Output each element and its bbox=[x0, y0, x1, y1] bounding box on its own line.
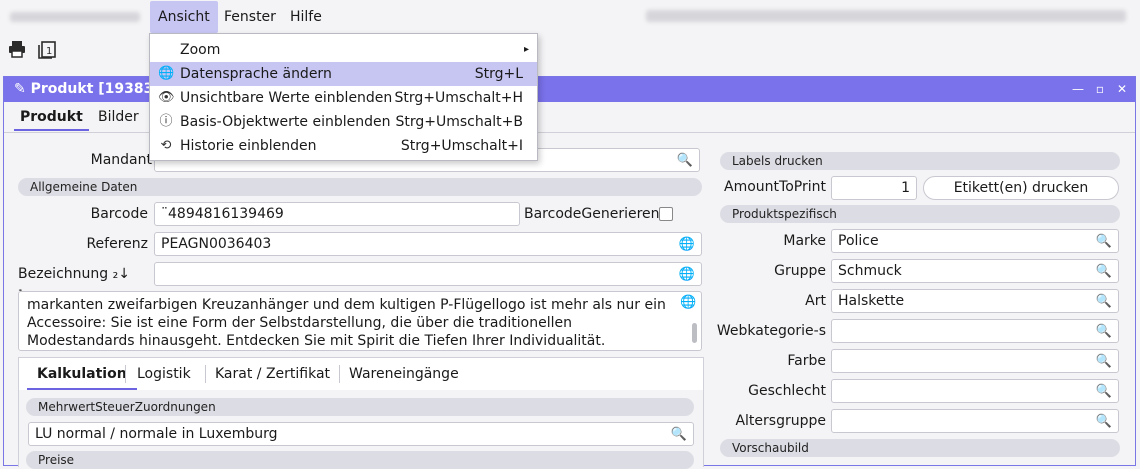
bezeichnung-field[interactable]: 🌐 bbox=[154, 262, 702, 286]
menu-item-label: Datensprache ändern bbox=[180, 66, 332, 82]
description-textarea[interactable]: markanten zweifarbigen Kreuzanhänger und… bbox=[18, 291, 702, 351]
menu-item-zoom[interactable]: Zoom ▸ bbox=[150, 38, 537, 62]
minimize-icon[interactable]: — bbox=[1068, 77, 1088, 102]
menu-ansicht[interactable]: Ansicht bbox=[150, 1, 218, 33]
globe-icon[interactable]: 🌐 bbox=[679, 234, 695, 256]
info-icon: ⓘ bbox=[159, 114, 173, 129]
referenz-value: PEAGN0036403 bbox=[161, 236, 272, 252]
section-preise: Preise bbox=[26, 451, 694, 469]
description-scrollbar[interactable] bbox=[692, 323, 697, 343]
webkategorie-field[interactable]: 🔍 bbox=[831, 319, 1119, 343]
section-mwst: MehrwertSteuerZuordnungen bbox=[26, 398, 694, 416]
marke-field[interactable]: Police 🔍 bbox=[831, 229, 1119, 253]
search-icon[interactable]: 🔍 bbox=[1096, 411, 1112, 433]
menu-item-unsichtbare-werte[interactable]: 👁 Unsichtbare Werte einblenden Strg+Umsc… bbox=[150, 86, 537, 110]
tab-produkt[interactable]: Produkt bbox=[14, 105, 89, 131]
amount-label: AmountToPrint bbox=[724, 179, 826, 195]
bezeichnung-label: Bezeichnung ₂↓ ¹→ bbox=[18, 266, 130, 304]
menu-item-label: Unsichtbare Werte einblenden bbox=[180, 90, 393, 106]
blurred-menu-items bbox=[10, 12, 140, 22]
section-produktspezifisch: Produktspezifisch bbox=[720, 205, 1120, 223]
mandant-label: Mandant bbox=[90, 152, 152, 168]
section-labels-drucken: Labels drucken bbox=[720, 152, 1120, 170]
close-icon[interactable]: ✕ bbox=[1112, 77, 1132, 102]
subtab-kalkulation[interactable]: Kalkulation bbox=[27, 358, 137, 390]
barcode-label: Barcode bbox=[90, 206, 148, 222]
globe-icon[interactable]: 🌐 bbox=[679, 264, 695, 286]
altersgruppe-label: Altersgruppe bbox=[735, 413, 826, 429]
search-icon[interactable]: 🔍 bbox=[1096, 381, 1112, 403]
menu-item-shortcut: Strg+Umschalt+I bbox=[400, 138, 523, 154]
subtab-separator bbox=[125, 365, 126, 383]
referenz-field[interactable]: PEAGN0036403 🌐 bbox=[154, 232, 702, 256]
art-field[interactable]: Halskette 🔍 bbox=[831, 289, 1119, 313]
farbe-label: Farbe bbox=[787, 353, 826, 369]
farbe-field[interactable]: 🔍 bbox=[831, 349, 1119, 373]
menu-hilfe[interactable]: Hilfe bbox=[282, 1, 330, 33]
art-label: Art bbox=[805, 293, 826, 309]
menu-item-datensprache[interactable]: 🌐 Datensprache ändern Strg+L bbox=[150, 62, 537, 86]
geschlecht-label: Geschlecht bbox=[748, 383, 826, 399]
globe-icon[interactable]: 🌐 bbox=[680, 295, 696, 310]
submenu-arrow-icon: ▸ bbox=[523, 44, 529, 55]
search-icon[interactable]: 🔍 bbox=[1096, 231, 1112, 253]
menu-item-shortcut: Strg+Umschalt+B bbox=[395, 114, 523, 130]
tab-bilder[interactable]: Bilder bbox=[92, 105, 145, 131]
search-icon[interactable]: 🔍 bbox=[677, 150, 693, 172]
menu-item-basis-objektwerte[interactable]: ⓘ Basis-Objektwerte einblenden Strg+Umsc… bbox=[150, 110, 537, 134]
search-icon[interactable]: 🔍 bbox=[671, 424, 687, 446]
subtab-wareneingaenge[interactable]: Wareneingänge bbox=[339, 358, 469, 390]
section-vorschaubild: Vorschaubild bbox=[720, 439, 1120, 457]
mwst-field[interactable]: LU normal / normale in Luxemburg 🔍 bbox=[28, 422, 694, 446]
referenz-label: Referenz bbox=[86, 236, 148, 252]
menu-item-label: Historie einblenden bbox=[180, 138, 317, 154]
altersgruppe-field[interactable]: 🔍 bbox=[831, 409, 1119, 433]
globe-icon: 🌐 bbox=[158, 66, 175, 81]
subtab-logistik[interactable]: Logistik bbox=[127, 358, 201, 390]
menu-item-label: Zoom bbox=[180, 42, 221, 58]
barcode-generieren-checkbox[interactable] bbox=[659, 207, 673, 221]
history-icon: ⟲ bbox=[160, 138, 172, 153]
menubar: Ansicht Fenster Hilfe bbox=[0, 0, 1140, 34]
mwst-value: LU normal / normale in Luxemburg bbox=[35, 426, 278, 442]
search-icon[interactable]: 🔍 bbox=[1096, 291, 1112, 313]
barcode-field[interactable]: ¨4894816139469 bbox=[154, 202, 520, 226]
print-icon[interactable] bbox=[6, 40, 28, 62]
marke-label: Marke bbox=[783, 233, 826, 249]
menu-item-shortcut: Strg+Umschalt+H bbox=[394, 90, 523, 106]
marke-value: Police bbox=[838, 233, 879, 249]
menu-item-historie[interactable]: ⟲ Historie einblenden Strg+Umschalt+I bbox=[150, 134, 537, 158]
print-labels-button[interactable]: Etikett(en) drucken bbox=[923, 176, 1119, 200]
search-icon[interactable]: 🔍 bbox=[1096, 261, 1112, 283]
section-allgemeine-daten: Allgemeine Daten bbox=[18, 178, 702, 196]
svg-text:1: 1 bbox=[46, 46, 52, 57]
menu-item-label: Basis-Objektwerte einblenden bbox=[180, 114, 391, 130]
webkategorie-label: Webkategorie-s bbox=[716, 323, 826, 339]
gruppe-label: Gruppe bbox=[774, 263, 826, 279]
ansicht-dropdown-menu: Zoom ▸ 🌐 Datensprache ändern Strg+L 👁 Un… bbox=[149, 33, 538, 161]
eye-icon: 👁 bbox=[158, 90, 175, 105]
art-value: Halskette bbox=[838, 293, 905, 309]
gruppe-field[interactable]: Schmuck 🔍 bbox=[831, 259, 1119, 283]
geschlecht-field[interactable]: 🔍 bbox=[831, 379, 1119, 403]
description-text: markanten zweifarbigen Kreuzanhänger und… bbox=[27, 297, 666, 349]
copy-window-icon[interactable]: 1 bbox=[36, 40, 58, 62]
blurred-window-title bbox=[646, 10, 1126, 22]
amount-field[interactable]: 1 bbox=[831, 176, 917, 200]
search-icon[interactable]: 🔍 bbox=[1096, 321, 1112, 343]
edit-icon: ✎ bbox=[14, 81, 31, 97]
barcode-generieren-label: BarcodeGenerieren bbox=[524, 206, 660, 222]
maximize-icon[interactable]: ▫ bbox=[1090, 77, 1110, 102]
search-icon[interactable]: 🔍 bbox=[1096, 351, 1112, 373]
gruppe-value: Schmuck bbox=[838, 263, 902, 279]
menu-item-shortcut: Strg+L bbox=[474, 66, 523, 82]
window-title: Produkt [193831 bbox=[30, 81, 164, 97]
menu-fenster[interactable]: Fenster bbox=[216, 1, 284, 33]
subtab-karat-zertifikat[interactable]: Karat / Zertifikat bbox=[205, 358, 340, 390]
